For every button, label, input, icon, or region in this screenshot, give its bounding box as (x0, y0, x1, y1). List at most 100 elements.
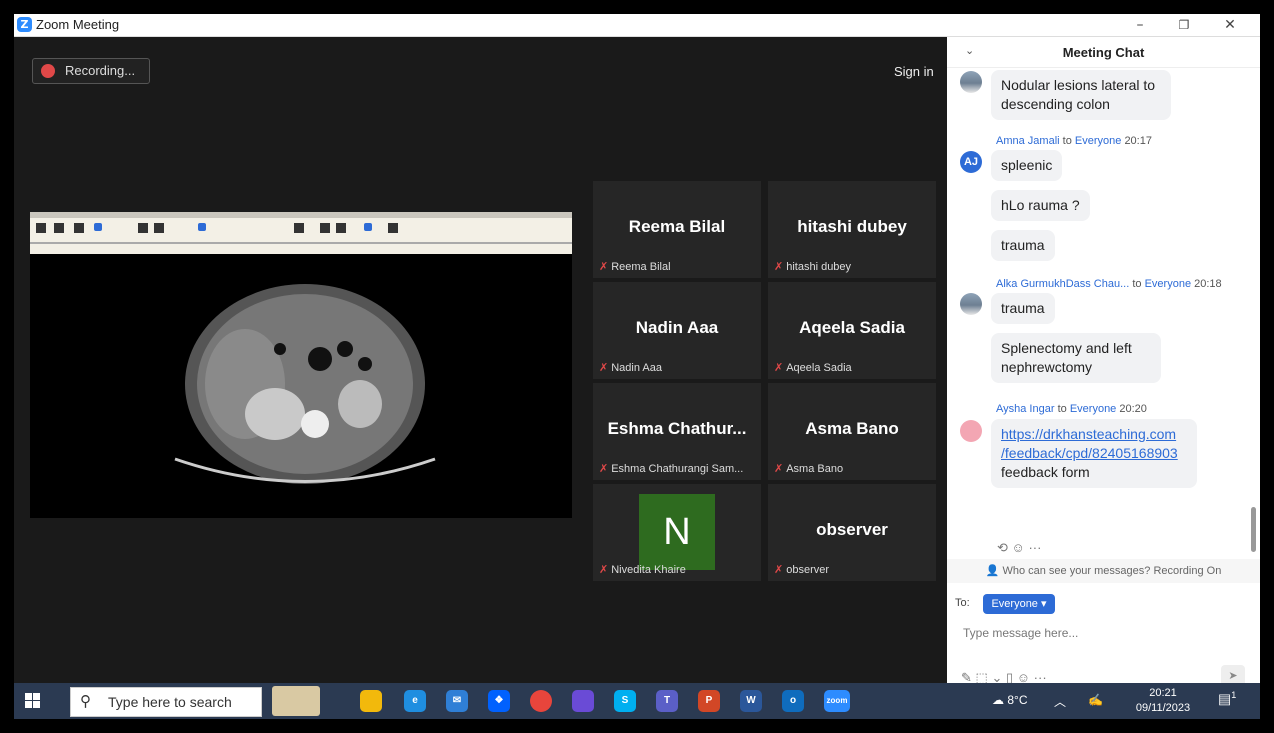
chat-message: Nodular lesions lateral to descending co… (991, 70, 1171, 120)
weather-widget[interactable]: ☁ 8°C (992, 693, 1027, 707)
muted-mic-icon: ✗ (774, 261, 784, 273)
shared-tool-icon (154, 223, 164, 233)
muted-mic-icon: ✗ (774, 564, 784, 576)
sign-in-button[interactable]: Sign in (894, 64, 934, 79)
muted-mic-icon: ✗ (599, 463, 609, 475)
taskbar-app-powerpoint-icon[interactable]: P (698, 690, 720, 712)
shared-tool-icon (388, 223, 398, 233)
muted-mic-icon: ✗ (774, 463, 784, 475)
muted-mic-icon: ✗ (599, 261, 609, 273)
message-sender: Alka GurmukhDass Chau... to Everyone 20:… (996, 278, 1222, 290)
restore-button[interactable]: ❐ (1164, 15, 1204, 35)
recording-indicator[interactable]: Recording... (32, 58, 150, 84)
shared-tool-icon (74, 223, 84, 233)
message-sender: Aysha Ingar to Everyone 20:20 (996, 403, 1147, 415)
taskbar-app-outlook-icon[interactable]: o (782, 690, 804, 712)
participant-name: Reema Bilal (628, 217, 726, 236)
participant-label: ✗ hitashi dubey (774, 261, 852, 273)
recording-label: Recording... (65, 63, 136, 78)
avatar (960, 71, 982, 93)
participant-tile[interactable]: Reema Bilal ✗ Reema Bilal (593, 181, 761, 278)
to-label: To: (955, 597, 970, 609)
message-actions: ⟲ ☺ ··· (997, 540, 1041, 556)
screen-share (30, 212, 572, 518)
participant-tile[interactable]: observer ✗ observer (768, 484, 936, 581)
ct-scan-image (30, 254, 572, 518)
participant-label: ✗ Aqeela Sadia (774, 362, 852, 374)
participant-label: ✗ Nivedita Khaire (599, 564, 686, 576)
chat-scrollbar[interactable] (1251, 507, 1256, 552)
feedback-link[interactable]: https://drkhansteaching.com (1001, 426, 1176, 442)
shared-tool-icon (94, 223, 102, 231)
shared-tool-icon (198, 223, 206, 231)
taskbar-app-dropbox-icon[interactable]: ❖ (488, 690, 510, 712)
notification-icon[interactable]: ▤1 (1218, 690, 1236, 708)
chat-message: spleenic (991, 150, 1063, 181)
widgets-image[interactable] (272, 686, 320, 716)
participant-tile[interactable]: hitashi dubey ✗ hitashi dubey (768, 181, 936, 278)
taskbar-app-zoom-icon[interactable]: zoom (824, 690, 850, 712)
recipient-dropdown[interactable]: Everyone ▾ (983, 594, 1055, 614)
shared-app-toolbar (30, 212, 572, 254)
participant-tile[interactable]: Eshma Chathur... ✗ Eshma Chathurangi Sam.… (593, 383, 761, 480)
participant-tile[interactable]: Aqeela Sadia ✗ Aqeela Sadia (768, 282, 936, 379)
muted-mic-icon: ✗ (599, 362, 609, 374)
message-sender: Amna Jamali to Everyone 20:17 (996, 135, 1152, 147)
participant-name: Nadin Aaa (635, 318, 719, 337)
windows-taskbar: ⚲ Type here to search e ✉ ❖ S T P W o zo… (14, 683, 1260, 719)
taskbar-app-skype-icon[interactable]: S (614, 690, 636, 712)
title-bar: Z Zoom Meeting – ❐ ✕ (14, 14, 1260, 37)
participant-label: ✗ Reema Bilal (599, 261, 671, 273)
weather-icon: ☁ (992, 693, 1004, 707)
taskbar-app-explorer-icon[interactable] (360, 690, 382, 712)
shared-app-menubar (30, 212, 572, 218)
close-button[interactable]: ✕ (1210, 15, 1250, 35)
chat-message: https://drkhansteaching.com /feedback/cp… (991, 419, 1197, 488)
chat-message: trauma (991, 230, 1055, 261)
clock-time: 20:21 (1149, 687, 1177, 699)
avatar (960, 420, 982, 442)
taskbar-app-mail-icon[interactable]: ✉ (446, 690, 468, 712)
recording-cloud-icon (41, 64, 55, 78)
meeting-stage: Recording... Sign in Reema Bilal ✗ Reema… (14, 37, 947, 683)
chat-message: Splenectomy and left nephrewctomy (991, 333, 1161, 383)
chevron-down-icon: ▾ (1041, 598, 1047, 610)
taskbar-app-teams-icon[interactable]: T (656, 690, 678, 712)
more-options-icon[interactable]: ··· (1028, 540, 1041, 555)
participant-tile[interactable]: N ✗ Nivedita Khaire (593, 484, 761, 581)
pen-icon[interactable]: ✍ (1088, 693, 1103, 707)
zoom-logo-icon: Z (17, 17, 32, 32)
taskbar-app-word-icon[interactable]: W (740, 690, 762, 712)
taskbar-app-chrome-icon[interactable] (530, 690, 552, 712)
minimize-button[interactable]: – (1120, 15, 1160, 35)
chat-message-input[interactable] (961, 622, 1245, 644)
chat-message: hLo rauma ? (991, 190, 1090, 221)
shared-tool-icon (294, 223, 304, 233)
taskbar-search[interactable]: ⚲ Type here to search (70, 687, 262, 717)
participant-name: Eshma Chathur... (607, 419, 747, 438)
emoji-reaction-icon[interactable]: ☺ (1012, 540, 1025, 555)
participant-label: ✗ Nadin Aaa (599, 362, 662, 374)
meeting-chat-panel: ⌄ Meeting Chat Nodular lesions lateral t… (947, 37, 1260, 687)
feedback-link[interactable]: /feedback/cpd/82405168903 (1001, 445, 1178, 461)
reply-icon[interactable]: ⟲ (997, 540, 1008, 555)
chevron-up-icon[interactable]: ︿ (1054, 693, 1066, 710)
avatar: AJ (960, 151, 982, 173)
taskbar-app-edge-icon[interactable]: e (404, 690, 426, 712)
shared-tool-icon (364, 223, 372, 231)
visibility-notice[interactable]: 👤 Who can see your messages? Recording O… (947, 559, 1260, 583)
taskbar-clock[interactable]: 20:21 09/11/2023 (1127, 686, 1199, 716)
search-placeholder: Type here to search (108, 694, 232, 710)
participant-name: Asma Bano (805, 419, 899, 438)
shared-tool-icon (54, 223, 64, 233)
muted-mic-icon: ✗ (599, 564, 609, 576)
taskbar-app-copilot-icon[interactable] (572, 690, 594, 712)
participant-name: Aqeela Sadia (799, 318, 905, 337)
shared-tool-icon (138, 223, 148, 233)
participant-tile[interactable]: Asma Bano ✗ Asma Bano (768, 383, 936, 480)
ct-scan-graphic (174, 284, 436, 484)
chat-message: trauma (991, 293, 1055, 324)
participant-label: ✗ Eshma Chathurangi Sam... (599, 463, 744, 475)
participant-tile[interactable]: Nadin Aaa ✗ Nadin Aaa (593, 282, 761, 379)
participant-name: hitashi dubey (797, 217, 907, 236)
